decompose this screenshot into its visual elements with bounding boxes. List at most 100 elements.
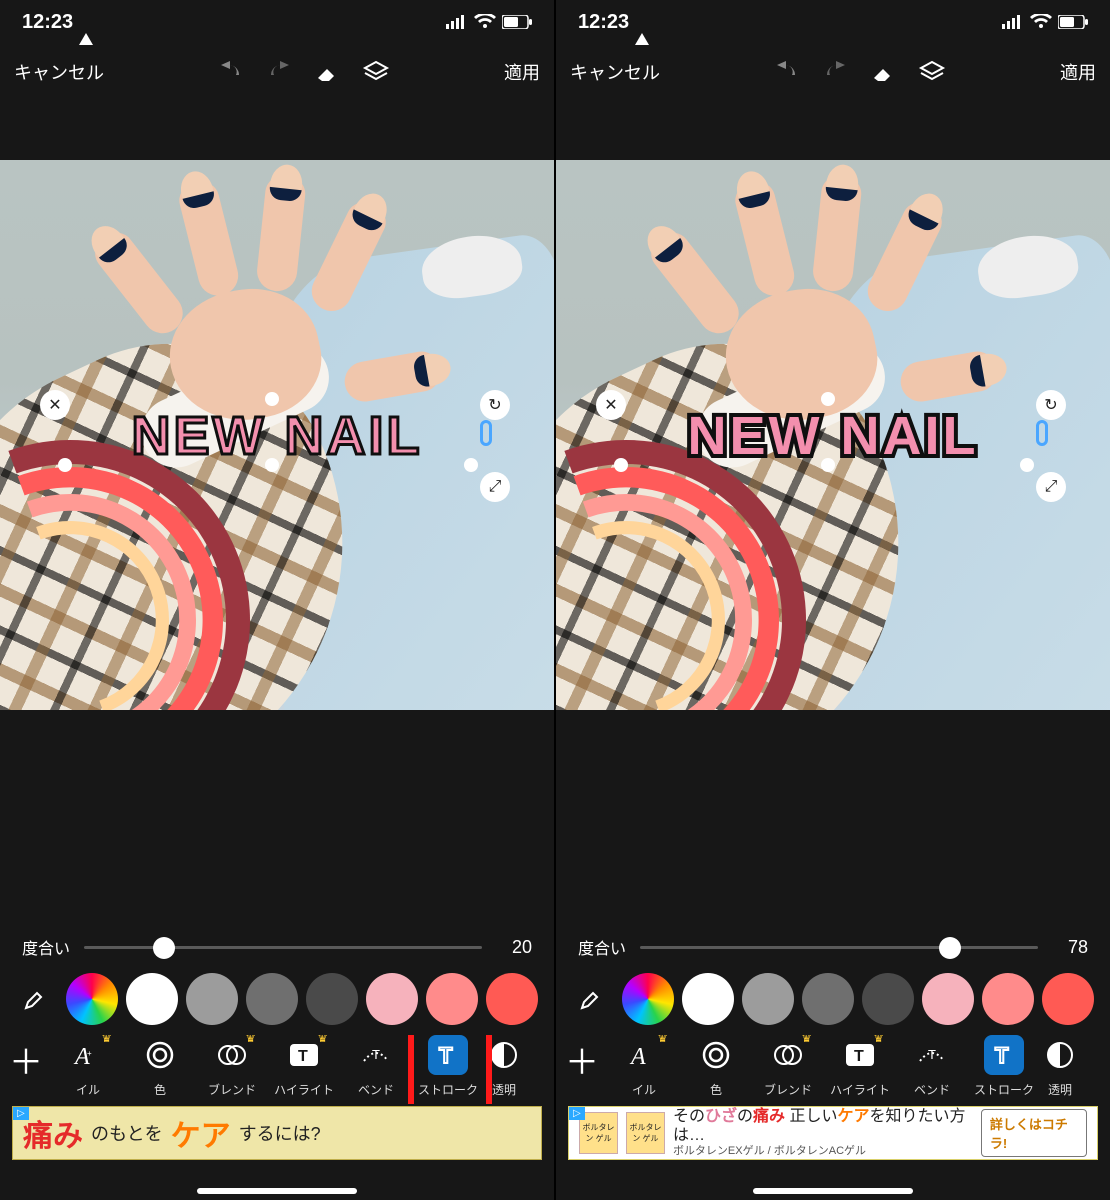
selection-dot[interactable] [265,458,279,472]
delete-handle[interactable]: ✕ [40,390,70,420]
crown-icon: ♛ [101,1035,112,1045]
intensity-slider[interactable] [640,935,1038,959]
clock: 12:23 [578,11,629,34]
color-swatch[interactable] [486,973,538,1025]
crown-icon: ♛ [657,1035,668,1045]
slider-label: 度合い [578,935,626,959]
redo-button[interactable] [822,61,848,83]
redo-button[interactable] [266,61,292,83]
crown-icon: ♛ [873,1035,884,1045]
bend-icon: T [912,1035,952,1075]
color-swatch[interactable] [246,973,298,1025]
svg-text:T: T [928,1047,936,1062]
undo-button[interactable] [218,61,244,83]
apply-button[interactable]: 適用 [1060,59,1096,85]
color-swatch[interactable] [982,973,1034,1025]
tool-highlight[interactable]: ♛Tハイライト [824,1035,896,1098]
tool-bend[interactable]: Tベンド [340,1035,412,1098]
color-swatch-rainbow[interactable] [622,973,674,1025]
canvas[interactable]: NEW NAIL ✕ ↻ ⤢ [556,160,1110,710]
apply-button[interactable]: 適用 [504,59,540,85]
rotate-handle[interactable]: ↻ [480,390,510,420]
tool-stroke[interactable]: Tストローク [968,1035,1040,1098]
text-layer[interactable]: NEW NAIL [132,405,423,467]
text-layer[interactable]: NEW NAIL [688,405,979,467]
text-cursor [480,420,492,446]
scale-handle[interactable]: ⤢ [1036,472,1066,502]
intensity-slider[interactable] [84,935,482,959]
slider-thumb[interactable] [939,937,961,959]
add-button[interactable]: ＋ [0,1035,52,1084]
selection-dot[interactable] [821,392,835,406]
clock: 12:23 [22,11,73,34]
selection-dot[interactable] [58,458,72,472]
ad-cta[interactable]: 詳しくはコチラ! [981,1109,1087,1157]
color-icon [696,1035,736,1075]
add-button[interactable]: ＋ [556,1035,608,1084]
status-bar: 12:23 [556,0,1110,44]
eyedropper-button[interactable] [568,987,614,1011]
tool-highlight[interactable]: ♛Tハイライト [268,1035,340,1098]
color-swatch[interactable] [426,973,478,1025]
battery-icon [502,15,532,29]
tool-blend[interactable]: ♛ブレンド [752,1035,824,1098]
location-icon [79,11,93,34]
color-swatch[interactable] [1042,973,1094,1025]
ad-banner[interactable]: ▷ 痛み のもとを ケア するには? [12,1106,542,1160]
battery-icon [1058,15,1088,29]
selection-dot[interactable] [614,458,628,472]
tool-stroke[interactable]: Tストローク [412,1035,484,1098]
color-swatch[interactable] [186,973,238,1025]
ad-tag-icon: ▷ [13,1107,29,1120]
color-swatch[interactable] [742,973,794,1025]
color-swatch-row [556,969,1110,1035]
selection-dot[interactable] [464,458,478,472]
tool-style[interactable]: ♛Aイル [608,1035,680,1098]
tool-style[interactable]: ♛A+イル [52,1035,124,1098]
tool-blend[interactable]: ♛ブレンド [196,1035,268,1098]
tool-opacity[interactable]: 透明 [1040,1035,1080,1098]
canvas[interactable]: NEW NAIL ✕ ↻ ⤢ [0,160,554,710]
cancel-button[interactable]: キャンセル [14,59,104,85]
home-indicator[interactable] [197,1188,357,1194]
svg-text:T: T [995,1043,1009,1068]
layers-button[interactable] [362,60,390,84]
eraser-button[interactable] [314,61,340,83]
color-swatch[interactable] [366,973,418,1025]
undo-button[interactable] [774,61,800,83]
tool-color[interactable]: 色 [124,1035,196,1098]
svg-text:T: T [298,1048,308,1065]
tool-bend[interactable]: Tベンド [896,1035,968,1098]
phone-left: 12:23 キャンセル [0,0,554,1200]
color-swatch-row [0,969,554,1035]
slider-thumb[interactable] [153,937,175,959]
selection-dot[interactable] [1020,458,1034,472]
layers-button[interactable] [918,60,946,84]
tool-color[interactable]: 色 [680,1035,752,1098]
tool-row: ＋ ♛Aイル 色 ♛ブレンド ♛Tハイライト Tベンド Tストローク 透明 [556,1035,1110,1104]
tool-row: ＋ ♛A+イル 色 ♛ブレンド ♛Tハイライト Tベンド Tストローク 透明 [0,1035,554,1104]
eyedropper-button[interactable] [12,987,58,1011]
rotate-handle[interactable]: ↻ [1036,390,1066,420]
location-icon [635,11,649,34]
editor-toolbar: キャンセル 適用 [0,44,554,100]
wifi-icon [474,14,496,30]
color-swatch-rainbow[interactable] [66,973,118,1025]
selection-dot[interactable] [821,458,835,472]
home-indicator[interactable] [753,1188,913,1194]
color-swatch[interactable] [862,973,914,1025]
eraser-button[interactable] [870,61,896,83]
svg-text:T: T [439,1043,453,1068]
color-swatch[interactable] [802,973,854,1025]
color-swatch[interactable] [682,973,734,1025]
tool-opacity[interactable]: 透明 [484,1035,524,1098]
color-swatch[interactable] [306,973,358,1025]
scale-handle[interactable]: ⤢ [480,472,510,502]
selection-dot[interactable] [265,392,279,406]
delete-handle[interactable]: ✕ [596,390,626,420]
color-swatch[interactable] [922,973,974,1025]
stroke-icon: T [984,1035,1024,1075]
ad-banner[interactable]: ▷ ボルタレン ゲル ボルタレン ゲル そのひざの痛み 正しいケアを知りたい方は… [568,1106,1098,1160]
color-swatch[interactable] [126,973,178,1025]
cancel-button[interactable]: キャンセル [570,59,660,85]
